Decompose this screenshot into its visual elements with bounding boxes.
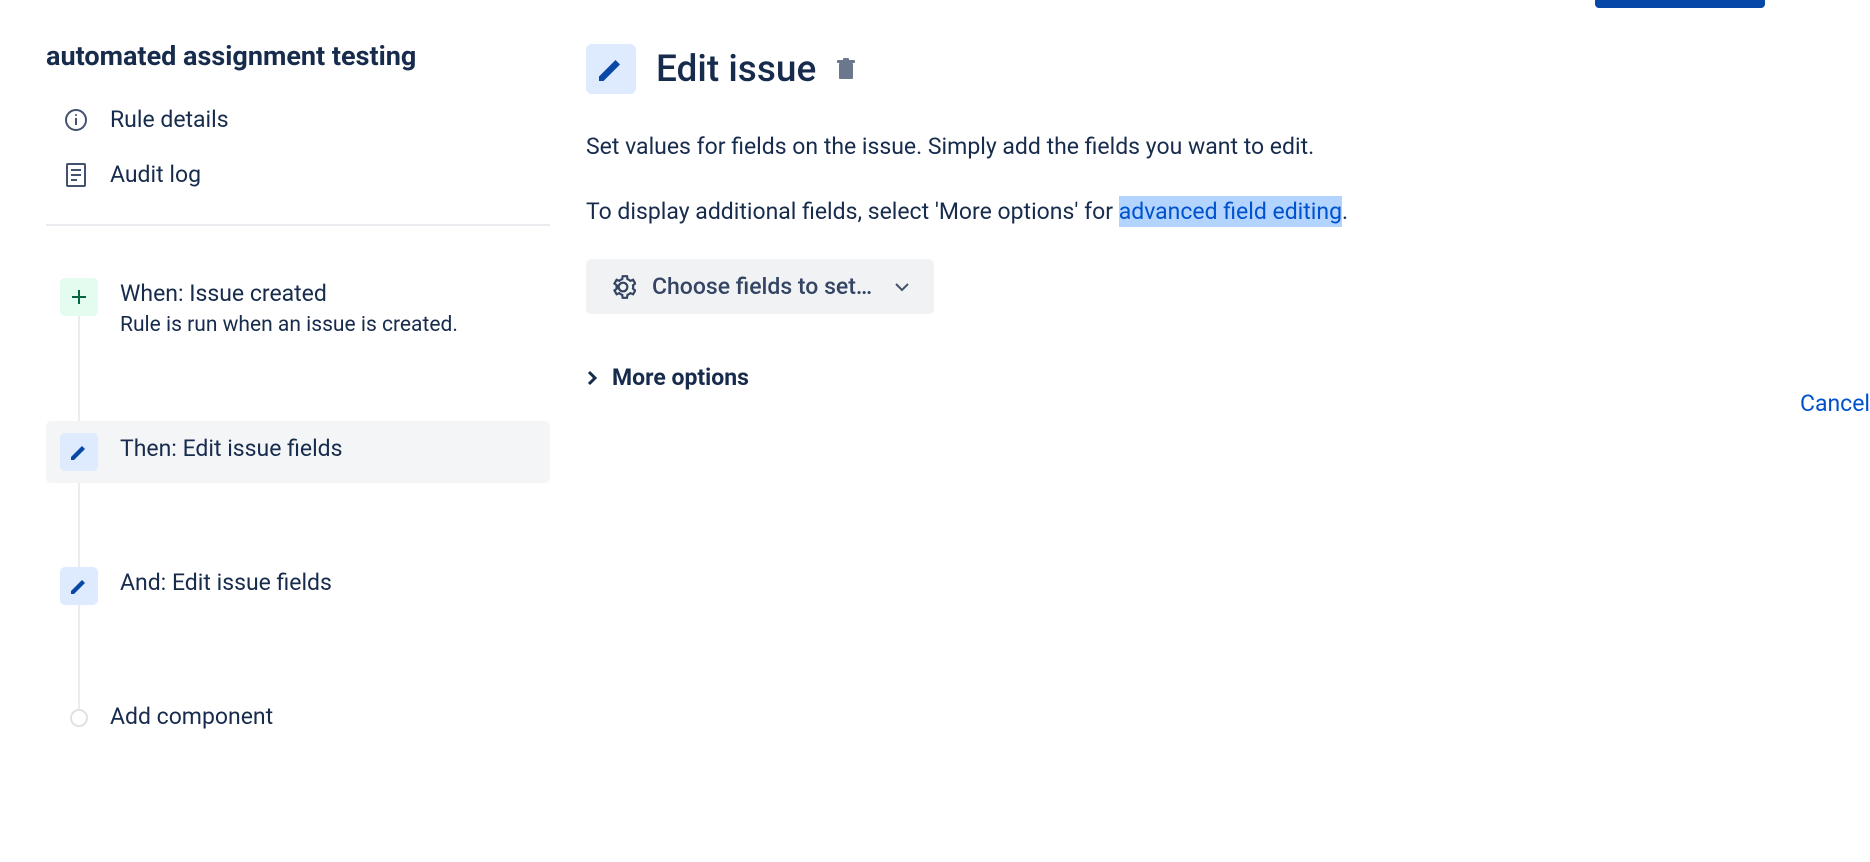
more-options-label: More options — [612, 364, 749, 391]
pencil-icon — [586, 44, 636, 94]
step-title: Add component — [110, 703, 273, 730]
advanced-field-editing-link[interactable]: advanced field editing — [1119, 196, 1342, 227]
step-subtitle: Rule is run when an issue is created. — [120, 313, 458, 337]
choose-fields-dropdown[interactable]: Choose fields to set… — [586, 259, 934, 314]
step-title: And: Edit issue fields — [120, 569, 332, 596]
plus-icon — [60, 278, 98, 316]
more-options-toggle[interactable]: More options — [586, 364, 1870, 391]
step-when[interactable]: When: Issue created Rule is run when an … — [46, 266, 550, 349]
rule-sidebar: automated assignment testing Rule detail… — [0, 0, 560, 862]
nav-rule-details[interactable]: Rule details — [46, 106, 550, 161]
gear-icon — [610, 274, 636, 300]
info-icon — [64, 108, 88, 132]
divider — [46, 224, 550, 226]
step-connector-line — [78, 306, 80, 712]
step-add-component[interactable]: Add component — [46, 689, 550, 742]
step-and[interactable]: And: Edit issue fields — [46, 555, 550, 617]
step-list: When: Issue created Rule is run when an … — [46, 266, 550, 742]
panel-description-2: To display additional fields, select 'Mo… — [586, 195, 1870, 230]
nav-label: Rule details — [110, 106, 229, 133]
step-title: When: Issue created — [120, 280, 458, 307]
nav-audit-log[interactable]: Audit log — [46, 161, 550, 216]
document-icon — [64, 163, 88, 187]
desc-period: . — [1342, 198, 1348, 225]
empty-circle-icon — [70, 709, 88, 727]
step-then[interactable]: Then: Edit issue fields — [46, 421, 550, 483]
choose-fields-label: Choose fields to set… — [652, 273, 872, 300]
desc-text: To display additional fields, select 'Mo… — [586, 198, 1119, 225]
panel-description-1: Set values for fields on the issue. Simp… — [586, 130, 1870, 165]
cancel-link[interactable]: Cancel — [1800, 390, 1870, 417]
panel-title: Edit issue — [656, 48, 816, 91]
pencil-icon — [60, 433, 98, 471]
chevron-right-icon — [586, 369, 598, 387]
detail-panel: Edit issue Set values for fields on the … — [560, 0, 1870, 862]
nav-label: Audit log — [110, 161, 201, 188]
chevron-down-icon — [894, 282, 910, 292]
trash-icon[interactable] — [836, 58, 856, 80]
rule-title: automated assignment testing — [46, 40, 550, 72]
step-title: Then: Edit issue fields — [120, 435, 343, 462]
pencil-icon — [60, 567, 98, 605]
